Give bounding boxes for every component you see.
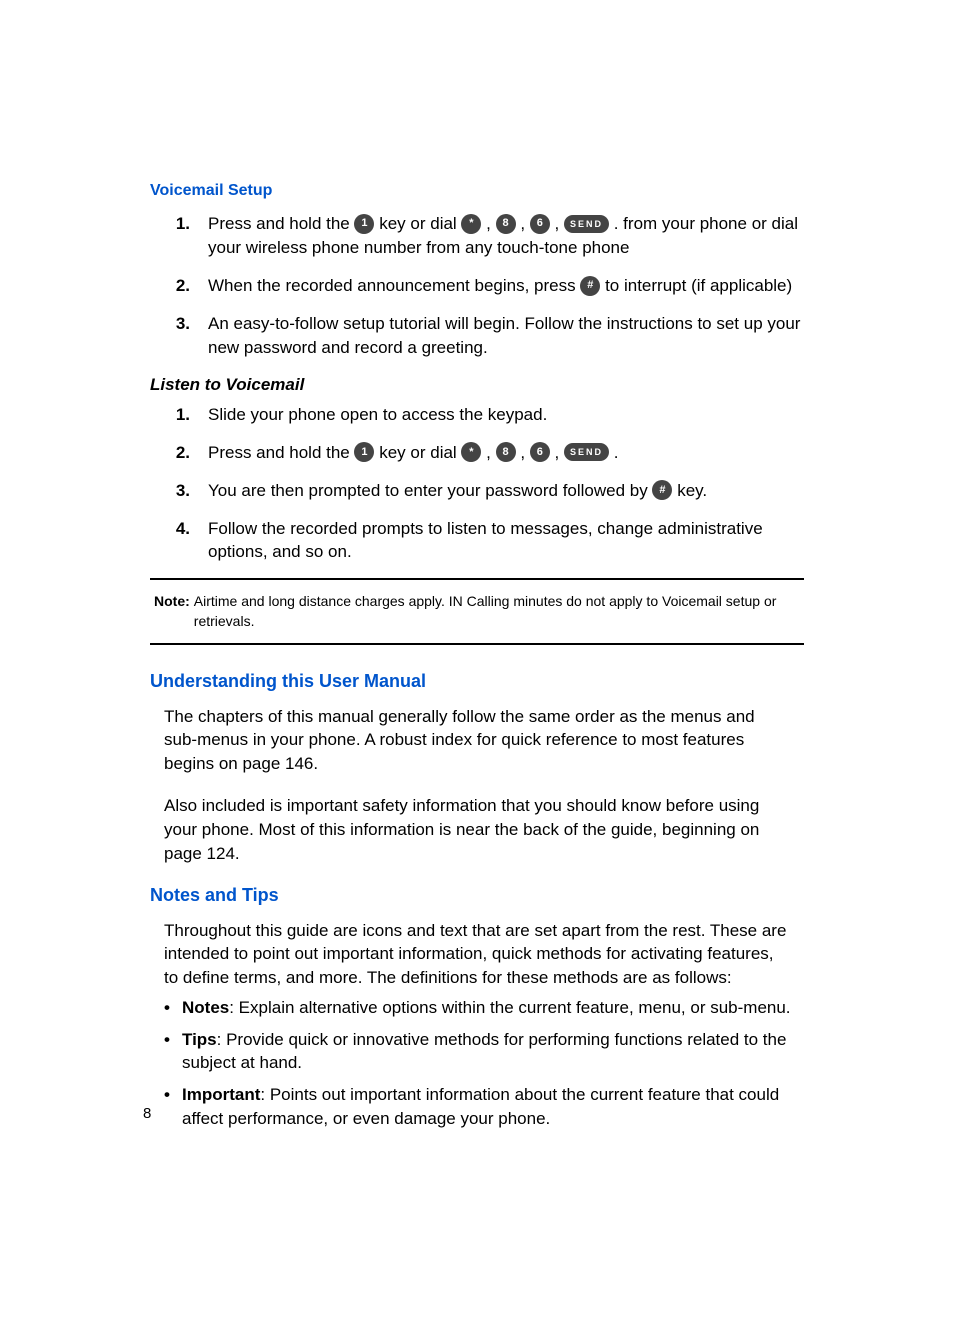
key-pound-icon: # [580, 276, 600, 296]
note-text: Airtime and long distance charges apply.… [194, 592, 800, 631]
list-item: • Tips: Provide quick or innovative meth… [164, 1028, 804, 1076]
list-body: Press and hold the 1 key or dial * , 8 ,… [208, 212, 804, 260]
list-item: 3. You are then prompted to enter your p… [150, 479, 804, 503]
key-6-icon: 6 [530, 214, 550, 234]
note-block: Note: Airtime and long distance charges … [150, 578, 804, 645]
heading-notes-tips: Notes and Tips [150, 883, 804, 908]
heading-listen-voicemail: Listen to Voicemail [150, 373, 804, 397]
paragraph: Throughout this guide are icons and text… [164, 919, 790, 990]
list-number: 4. [150, 517, 208, 541]
heading-understanding: Understanding this User Manual [150, 669, 804, 694]
list-number: 1. [150, 212, 208, 236]
key-send-icon: SEND [564, 443, 609, 461]
key-1-icon: 1 [354, 442, 374, 462]
bullet-icon: • [164, 1083, 182, 1131]
page-number: 8 [143, 1103, 151, 1124]
list-item: • Notes: Explain alternative options wit… [164, 996, 804, 1020]
bullet-text: : Provide quick or innovative methods fo… [182, 1030, 786, 1073]
list-number: 1. [150, 403, 208, 427]
list-number: 2. [150, 441, 208, 465]
key-send-icon: SEND [564, 215, 609, 233]
list-body: Press and hold the 1 key or dial * , 8 ,… [208, 441, 804, 465]
key-star-icon: * [461, 214, 481, 234]
list-number: 3. [150, 479, 208, 503]
paragraph: Also included is important safety inform… [164, 794, 790, 865]
document-page: Voicemail Setup 1. Press and hold the 1 … [0, 0, 954, 1319]
list-body: When the recorded announcement begins, p… [208, 274, 804, 298]
bullet-term: Notes [182, 998, 229, 1017]
bullet-text: : Points out important information about… [182, 1085, 779, 1128]
key-star-icon: * [461, 442, 481, 462]
key-pound-icon: # [652, 480, 672, 500]
list-listen-voicemail: 1. Slide your phone open to access the k… [150, 403, 804, 564]
list-voicemail-setup: 1. Press and hold the 1 key or dial * , … [150, 212, 804, 359]
list-item: 3. An easy-to-follow setup tutorial will… [150, 312, 804, 360]
key-6-icon: 6 [530, 442, 550, 462]
list-item: 2. Press and hold the 1 key or dial * , … [150, 441, 804, 465]
bullet-list: • Notes: Explain alternative options wit… [164, 996, 804, 1131]
list-item: • Important: Points out important inform… [164, 1083, 804, 1131]
list-item: 4. Follow the recorded prompts to listen… [150, 517, 804, 565]
list-body: You are then prompted to enter your pass… [208, 479, 804, 503]
bullet-icon: • [164, 1028, 182, 1076]
key-1-icon: 1 [354, 214, 374, 234]
list-body: Slide your phone open to access the keyp… [208, 403, 804, 427]
list-item: 1. Slide your phone open to access the k… [150, 403, 804, 427]
list-body: An easy-to-follow setup tutorial will be… [208, 312, 804, 360]
note-label: Note: [154, 592, 194, 631]
list-number: 2. [150, 274, 208, 298]
key-8-icon: 8 [496, 442, 516, 462]
bullet-term: Tips [182, 1030, 217, 1049]
heading-voicemail-setup: Voicemail Setup [150, 180, 804, 202]
bullet-term: Important [182, 1085, 260, 1104]
bullet-text: : Explain alternative options within the… [229, 998, 790, 1017]
list-item: 2. When the recorded announcement begins… [150, 274, 804, 298]
list-body: Follow the recorded prompts to listen to… [208, 517, 804, 565]
key-8-icon: 8 [496, 214, 516, 234]
list-item: 1. Press and hold the 1 key or dial * , … [150, 212, 804, 260]
bullet-icon: • [164, 996, 182, 1020]
list-number: 3. [150, 312, 208, 336]
paragraph: The chapters of this manual generally fo… [164, 705, 790, 776]
